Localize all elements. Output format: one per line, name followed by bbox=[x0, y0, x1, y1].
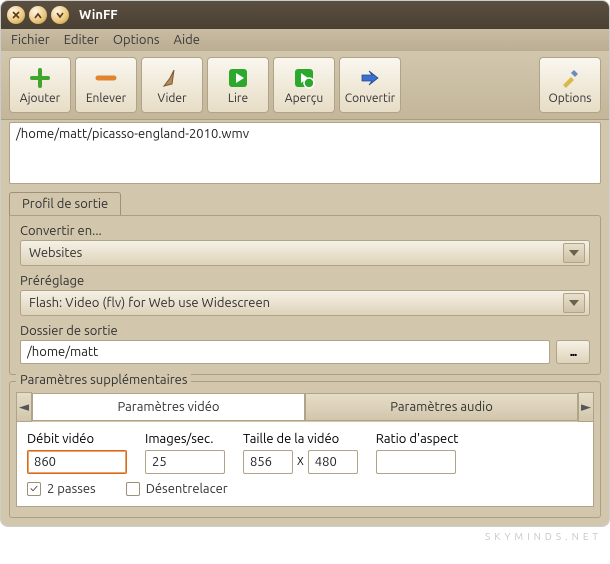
app-window: WinFF Fichier Editer Options Aide Ajoute… bbox=[0, 0, 610, 527]
preset-label: Préréglage bbox=[20, 274, 590, 288]
height-input[interactable] bbox=[308, 450, 358, 474]
plus-icon bbox=[28, 66, 52, 90]
output-folder-label: Dossier de sortie bbox=[20, 324, 590, 338]
remove-button[interactable]: Enlever bbox=[75, 57, 137, 113]
chevron-down-icon bbox=[563, 293, 585, 313]
file-list[interactable]: /home/matt/picasso-england-2010.wmv bbox=[9, 122, 601, 184]
video-params-panel: Débit vidéo Images/sec. Taille de la vid… bbox=[16, 422, 594, 507]
menu-edit[interactable]: Editer bbox=[64, 33, 99, 47]
check-icon bbox=[126, 482, 140, 496]
maximize-window-button[interactable] bbox=[51, 6, 69, 24]
preview-icon bbox=[292, 66, 316, 90]
play-icon bbox=[226, 66, 250, 90]
close-window-button[interactable] bbox=[7, 6, 25, 24]
bitrate-input[interactable] bbox=[27, 450, 127, 474]
window-title: WinFF bbox=[79, 8, 118, 22]
extra-params-legend: Paramètres supplémentaires bbox=[16, 373, 191, 387]
preview-button[interactable]: Aperçu bbox=[273, 57, 335, 113]
browse-button[interactable]: ... bbox=[556, 340, 590, 364]
convert-button[interactable]: Convertir bbox=[339, 57, 401, 113]
check-icon: ✓ bbox=[27, 482, 41, 496]
two-pass-checkbox[interactable]: ✓ 2 passes bbox=[27, 482, 96, 496]
scroll-left-button[interactable]: ◄ bbox=[16, 392, 32, 422]
aspect-label: Ratio d'aspect bbox=[376, 432, 459, 446]
size-label: Taille de la vidéo bbox=[243, 432, 358, 446]
output-profile-panel: Convertir en... Websites Préréglage Flas… bbox=[9, 215, 601, 375]
broom-icon bbox=[160, 66, 184, 90]
convert-to-label: Convertir en... bbox=[20, 224, 590, 238]
tab-video-params[interactable]: Paramètres vidéo bbox=[32, 393, 305, 421]
menu-help[interactable]: Aide bbox=[174, 33, 200, 47]
fps-input[interactable] bbox=[145, 450, 225, 474]
aspect-input[interactable] bbox=[376, 450, 456, 474]
play-button[interactable]: Lire bbox=[207, 57, 269, 113]
add-button[interactable]: Ajouter bbox=[9, 57, 71, 113]
convert-icon bbox=[358, 66, 382, 90]
clear-button[interactable]: Vider bbox=[141, 57, 203, 113]
scroll-right-button[interactable]: ► bbox=[578, 392, 594, 422]
minus-icon bbox=[94, 66, 118, 90]
menu-options[interactable]: Options bbox=[113, 33, 160, 47]
minimize-window-button[interactable] bbox=[29, 6, 47, 24]
output-folder-input[interactable] bbox=[20, 340, 550, 364]
deinterlace-checkbox[interactable]: Désentrelacer bbox=[126, 482, 228, 496]
toolbar: Ajouter Enlever Vider Lire Aperçu Conver… bbox=[1, 51, 609, 120]
tab-audio-params[interactable]: Paramètres audio bbox=[305, 393, 578, 421]
tools-icon bbox=[558, 66, 582, 90]
extra-params-section: Paramètres supplémentaires ◄ Paramètres … bbox=[9, 381, 601, 518]
options-button[interactable]: Options bbox=[539, 57, 601, 113]
fps-label: Images/sec. bbox=[145, 432, 225, 446]
preset-combo[interactable]: Flash: Video (flv) for Web use Widescree… bbox=[20, 290, 590, 316]
titlebar: WinFF bbox=[1, 1, 609, 29]
size-separator: X bbox=[297, 456, 304, 468]
bitrate-label: Débit vidéo bbox=[27, 432, 127, 446]
convert-to-combo[interactable]: Websites bbox=[20, 240, 590, 266]
menu-file[interactable]: Fichier bbox=[11, 33, 50, 47]
chevron-down-icon bbox=[563, 243, 585, 263]
width-input[interactable] bbox=[243, 450, 293, 474]
watermark: SKYMINDS.NET bbox=[0, 527, 610, 546]
tab-output-profile[interactable]: Profil de sortie bbox=[9, 192, 121, 215]
menubar: Fichier Editer Options Aide bbox=[1, 29, 609, 51]
list-item[interactable]: /home/matt/picasso-england-2010.wmv bbox=[16, 127, 594, 141]
